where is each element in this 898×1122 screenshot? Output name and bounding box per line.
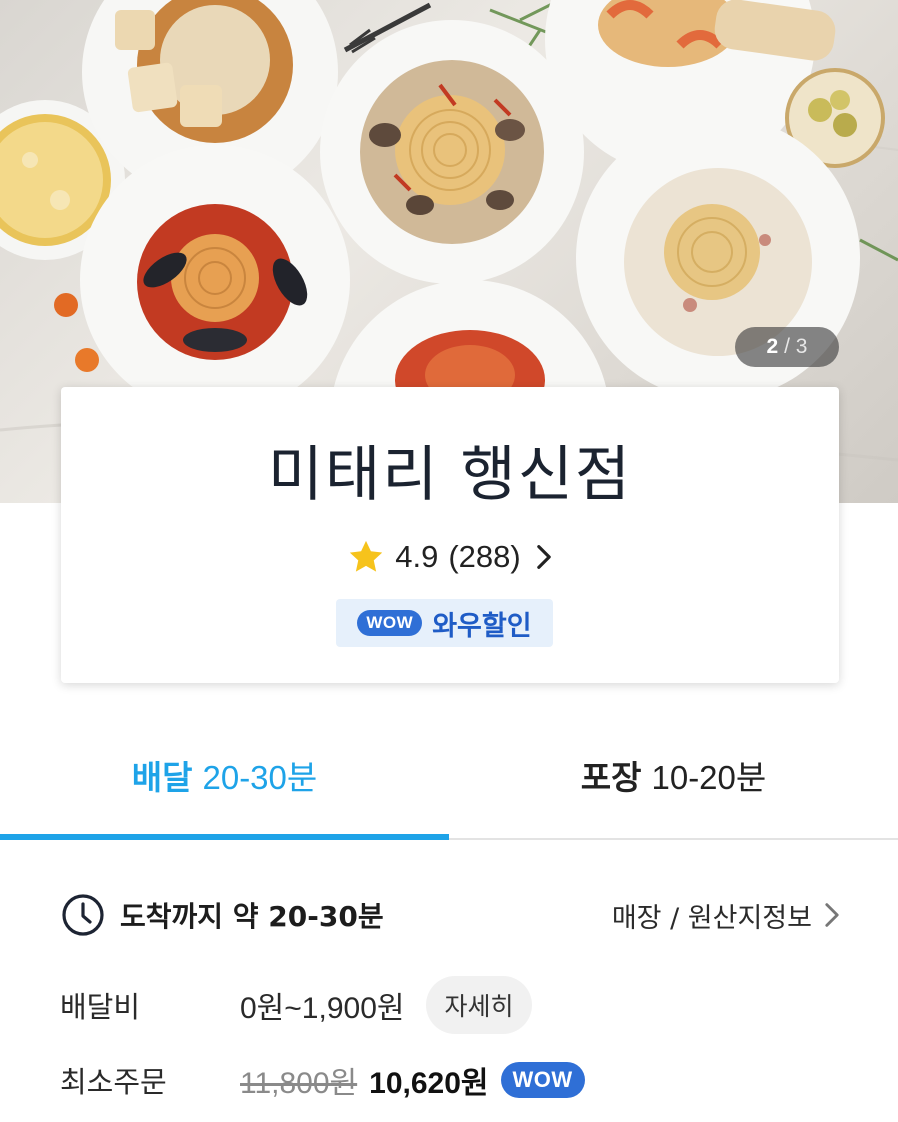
store-origin-info-label: 매장 / 원산지정보 <box>611 902 812 934</box>
wow-discount-label: 와우할인 <box>432 610 532 642</box>
store-card: 미태리 행신점 4.9 (288) WOW 와우할인 <box>61 387 839 683</box>
rating-score: 4.9 <box>395 539 439 574</box>
wow-pill: WOW <box>500 1062 585 1098</box>
image-counter-separator: / <box>778 335 796 358</box>
tab-delivery-label: 배달 <box>131 758 193 797</box>
wow-pill: WOW <box>357 610 423 636</box>
min-order-row: 최소주문 11,800원 10,620원 WOW <box>60 1050 585 1110</box>
delivery-fee-detail-button[interactable]: 자세히 <box>426 976 532 1034</box>
store-origin-info-link[interactable]: 매장 / 원산지정보 <box>612 893 840 937</box>
image-counter: 2 / 3 <box>735 327 839 367</box>
tab-takeout-time: 10-20분 <box>651 759 767 796</box>
tab-delivery[interactable]: 배달 20-30분 <box>0 712 449 838</box>
star-icon <box>350 540 383 572</box>
store-name: 미태리 행신점 <box>267 440 633 510</box>
chevron-right-icon <box>825 903 839 927</box>
chevron-right-icon <box>536 545 551 569</box>
delivery-fee-row: 배달비 0원~1,900원 자세히 <box>60 975 532 1035</box>
order-type-tabs: 배달 20-30분 포장 10-20분 <box>0 712 898 840</box>
tab-delivery-time: 20-30분 <box>202 759 318 796</box>
wow-discount-badge: WOW 와우할인 <box>336 599 553 647</box>
min-order-label: 최소주문 <box>60 1065 167 1099</box>
tab-takeout[interactable]: 포장 10-20분 <box>449 712 898 838</box>
rating-link[interactable]: 4.9 (288) <box>61 535 839 579</box>
min-order-discount-price: 10,620원 <box>369 1067 489 1100</box>
review-count: (288) <box>448 539 521 574</box>
arrival-text: 도착까지 약 20-30분 <box>120 900 384 933</box>
active-tab-indicator <box>0 834 449 840</box>
tab-takeout-label: 포장 <box>580 758 642 797</box>
min-order-original-price: 11,800원 <box>240 1067 358 1100</box>
arrival-estimate: 도착까지 약 20-30분 <box>60 890 384 940</box>
clock-icon <box>62 894 104 936</box>
image-counter-current: 2 <box>766 335 779 358</box>
delivery-fee-label: 배달비 <box>60 990 141 1024</box>
delivery-fee-value: 0원~1,900원 <box>240 992 405 1025</box>
image-counter-total: 3 <box>795 335 808 358</box>
